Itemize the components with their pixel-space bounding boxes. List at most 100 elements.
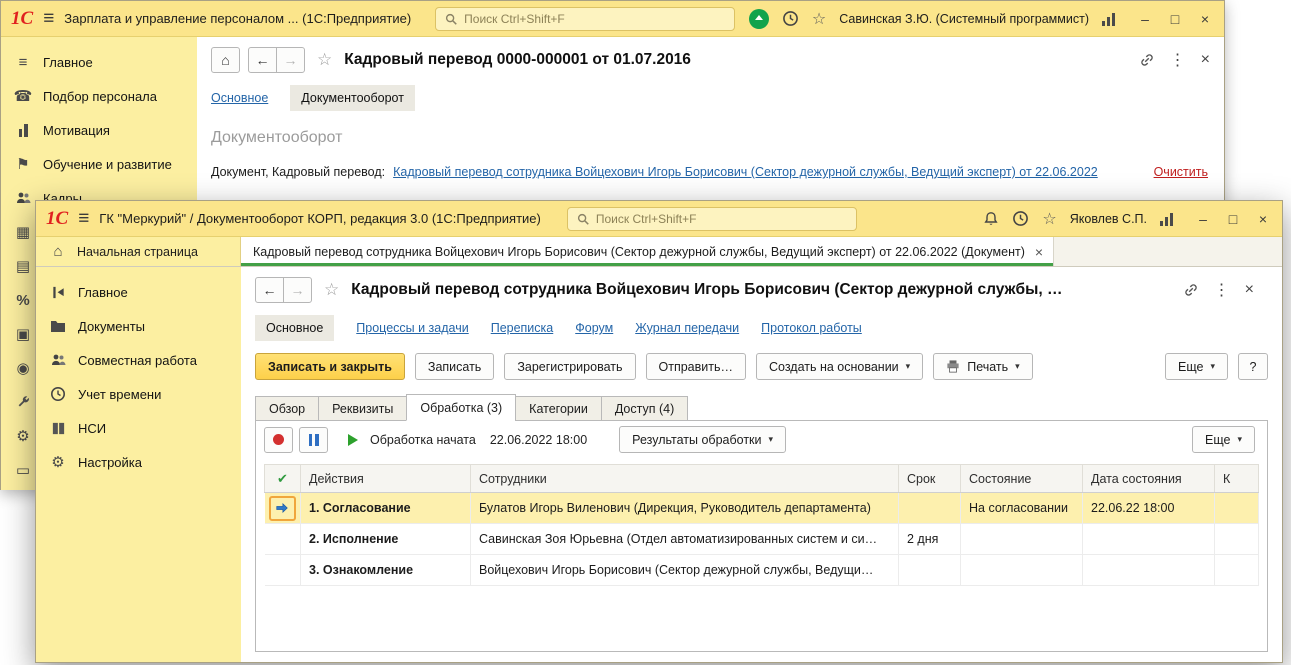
favorites-icon[interactable]: ☆ xyxy=(1042,209,1056,229)
column-header[interactable]: Состояние xyxy=(961,465,1083,493)
column-header[interactable]: Действия xyxy=(301,465,471,493)
stop-button[interactable] xyxy=(264,427,293,453)
nav-link-main[interactable]: Основное xyxy=(211,91,268,105)
close-button[interactable]: × xyxy=(1196,11,1214,27)
sidebar-item-main[interactable]: Главное xyxy=(36,275,241,309)
tab-access[interactable]: Доступ (4) xyxy=(601,396,688,421)
forward-button[interactable]: → xyxy=(276,47,305,73)
sidebar-item-label: НСИ xyxy=(78,421,106,436)
minimize-button[interactable]: – xyxy=(1136,11,1154,27)
arrow-right-icon xyxy=(275,501,289,515)
window-title: ГК "Меркурий" / Документооборот КОРП, ре… xyxy=(99,211,541,226)
panel-more-button[interactable]: Еще ▾ xyxy=(1192,426,1255,453)
close-button[interactable]: × xyxy=(1254,211,1272,227)
favorite-star-icon[interactable]: ☆ xyxy=(317,50,332,70)
more-button[interactable]: Еще ▾ xyxy=(1165,353,1228,380)
save-button[interactable]: Записать xyxy=(415,353,494,380)
table-header-row: ✔ Действия Сотрудники Срок Состояние Дат… xyxy=(265,465,1259,493)
sidebar-item-label: Подбор персонала xyxy=(43,89,157,104)
tab-label: Начальная страница xyxy=(77,245,198,259)
tab-home-page[interactable]: ⌂ Начальная страница xyxy=(36,237,241,266)
sidebar-item-settings[interactable]: ⚙ Настройка xyxy=(36,445,241,479)
maximize-button[interactable]: □ xyxy=(1166,11,1184,27)
pause-icon xyxy=(309,434,319,446)
sidebar-item-nsi[interactable]: НСИ xyxy=(36,411,241,445)
tab-categories[interactable]: Категории xyxy=(515,396,602,421)
save-close-button[interactable]: Записать и закрыть xyxy=(255,353,405,380)
tab-requisites[interactable]: Реквизиты xyxy=(318,396,407,421)
sidebar-item-main[interactable]: ≡ Главное xyxy=(1,45,197,79)
favorite-star-icon[interactable]: ☆ xyxy=(324,280,339,300)
form-close-icon[interactable]: × xyxy=(1245,281,1254,299)
main-menu-icon[interactable]: ≡ xyxy=(43,9,54,28)
document-link[interactable]: Кадровый перевод сотрудника Войцехович И… xyxy=(393,165,1098,179)
form-close-icon[interactable]: × xyxy=(1201,51,1210,69)
column-header[interactable]: Дата состояния xyxy=(1083,465,1215,493)
sidebar-item-documents[interactable]: Документы xyxy=(36,309,241,343)
sidebar-item-recruiting[interactable]: ☎ Подбор персонала xyxy=(1,79,197,113)
report-icon: ▣ xyxy=(13,325,33,343)
tab-document[interactable]: Кадровый перевод сотрудника Войцехович И… xyxy=(241,237,1054,266)
main-menu-icon[interactable]: ≡ xyxy=(78,209,89,228)
clear-link[interactable]: Очистить xyxy=(1154,165,1208,179)
sidebar-item-motivation[interactable]: Мотивация xyxy=(1,113,197,147)
nav-link-transfer-log[interactable]: Журнал передачи xyxy=(635,321,739,335)
maximize-button[interactable]: □ xyxy=(1224,211,1242,227)
column-header[interactable]: Сотрудники xyxy=(471,465,899,493)
home-icon: ⌂ xyxy=(48,243,68,260)
search-input[interactable] xyxy=(596,212,848,226)
current-user[interactable]: Савинская З.Ю. (Системный программист) xyxy=(839,12,1089,26)
nav-link-processes[interactable]: Процессы и задачи xyxy=(356,321,468,335)
term-cell xyxy=(899,493,961,524)
more-actions-icon[interactable]: ⋮ xyxy=(1170,50,1186,70)
column-header[interactable]: Срок xyxy=(899,465,961,493)
home-button[interactable]: ⌂ xyxy=(211,47,240,73)
nav-link-forum[interactable]: Форум xyxy=(575,321,613,335)
nav-link-correspondence[interactable]: Переписка xyxy=(491,321,554,335)
link-icon[interactable] xyxy=(1139,52,1155,68)
sidebar-item-collaboration[interactable]: Совместная работа xyxy=(36,343,241,377)
notifications-bell-icon[interactable] xyxy=(983,211,999,227)
gear-icon: ⚙ xyxy=(13,427,33,445)
current-user[interactable]: Яковлев С.П. xyxy=(1070,212,1147,226)
minimize-button[interactable]: – xyxy=(1194,211,1212,227)
history-icon[interactable] xyxy=(782,10,799,27)
print-button[interactable]: Печать ▾ xyxy=(933,353,1032,380)
help-button[interactable]: ? xyxy=(1238,353,1268,380)
create-based-on-button[interactable]: Создать на основании ▾ xyxy=(756,353,923,380)
discussions-icon[interactable] xyxy=(749,9,769,29)
nav-tab-docflow[interactable]: Документооборот xyxy=(290,85,415,111)
state-date-cell xyxy=(1083,524,1215,555)
search-icon xyxy=(444,12,458,26)
check-icon: ✔ xyxy=(277,471,288,486)
global-search[interactable] xyxy=(567,207,857,231)
tab-close-icon[interactable]: × xyxy=(1035,244,1043,260)
forward-button[interactable]: → xyxy=(283,277,312,303)
more-actions-icon[interactable]: ⋮ xyxy=(1214,280,1230,300)
back-button[interactable]: ← xyxy=(255,277,284,303)
register-button[interactable]: Зарегистрировать xyxy=(504,353,635,380)
column-header[interactable]: К xyxy=(1215,465,1259,493)
favorites-icon[interactable]: ☆ xyxy=(812,9,826,29)
processing-table: ✔ Действия Сотрудники Срок Состояние Дат… xyxy=(264,464,1259,586)
pause-button[interactable] xyxy=(299,427,328,453)
nav-link-work-protocol[interactable]: Протокол работы xyxy=(761,321,862,335)
processing-results-button[interactable]: Результаты обработки ▾ xyxy=(619,426,786,453)
sidebar-item-time-tracking[interactable]: Учет времени xyxy=(36,377,241,411)
table-row[interactable]: 2. Исполнение Савинская Зоя Юрьевна (Отд… xyxy=(265,524,1259,555)
back-button[interactable]: ← xyxy=(248,47,277,73)
global-search[interactable] xyxy=(435,7,735,31)
search-input[interactable] xyxy=(464,12,726,26)
tab-processing[interactable]: Обработка (3) xyxy=(406,394,516,421)
send-button[interactable]: Отправить… xyxy=(646,353,746,380)
table-row[interactable]: 3. Ознакомление Войцехович Игорь Борисов… xyxy=(265,555,1259,586)
link-icon[interactable] xyxy=(1183,282,1199,298)
tab-overview[interactable]: Обзор xyxy=(255,396,319,421)
payments-icon: ▤ xyxy=(13,257,33,275)
nav-tab-main[interactable]: Основное xyxy=(255,315,334,341)
table-row[interactable]: 1. Согласование Булатов Игорь Виленович … xyxy=(265,493,1259,524)
chevron-down-icon: ▾ xyxy=(1237,434,1242,445)
history-icon[interactable] xyxy=(1012,210,1029,227)
percent-icon: % xyxy=(13,292,33,309)
sidebar-item-education[interactable]: ⚑ Обучение и развитие xyxy=(1,147,197,181)
